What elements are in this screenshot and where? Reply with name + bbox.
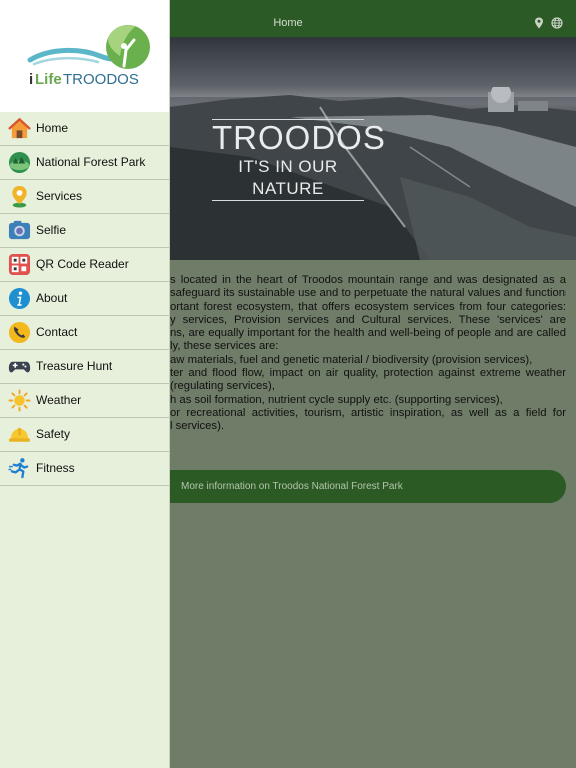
house-icon xyxy=(8,117,31,139)
hero-title: TROODOS xyxy=(212,119,386,156)
menu-label-services: Services xyxy=(36,189,83,203)
camera-icon xyxy=(8,220,31,240)
menu-item-home[interactable]: Home xyxy=(0,112,169,146)
logo-i: i xyxy=(29,71,33,88)
menu-item-contact[interactable]: Contact xyxy=(0,316,169,350)
phone-icon xyxy=(8,321,31,344)
menu-label-contact: Contact xyxy=(36,325,78,339)
description-line: l services). xyxy=(170,420,224,433)
description-line: s located in the heart of Troodos mounta… xyxy=(170,274,566,286)
menu-label-national-forest-park: National Forest Park xyxy=(36,155,146,169)
app-logo[interactable]: i Life TROODOS xyxy=(0,0,169,112)
menu-item-about[interactable]: About xyxy=(0,282,169,316)
menu-item-services[interactable]: Services xyxy=(0,180,169,214)
menu-label-treasure-hunt: Treasure Hunt xyxy=(36,359,113,373)
menu-label-selfie: Selfie xyxy=(36,223,67,237)
description-line: (regulating services), xyxy=(170,380,275,393)
runner-icon xyxy=(8,458,29,479)
header-title-wrap: Home xyxy=(170,0,576,37)
description-line: or recreational activities, tourism, art… xyxy=(170,406,566,419)
info-icon xyxy=(8,287,31,310)
menu-item-weather[interactable]: Weather xyxy=(0,384,169,418)
description-line: y services, Provision services and Cultu… xyxy=(170,313,566,326)
hero-banner[interactable]: TROODOS IT'S IN OUR NATURE xyxy=(170,37,576,260)
hero-caption: TROODOS IT'S IN OUR NATURE xyxy=(212,119,386,201)
carousel-dots xyxy=(262,252,316,265)
park-description: s located in the heart of Troodos mounta… xyxy=(170,274,566,434)
menu-label-about: About xyxy=(36,291,68,305)
hard-hat-icon xyxy=(8,427,31,442)
location-pin-icon xyxy=(12,185,27,208)
description-line: aw materials, fuel and genetic material … xyxy=(170,353,533,366)
hero-subtitle: IT'S IN OUR NATURE xyxy=(238,157,338,198)
description-line: h as soil formation, nutrient cycle supp… xyxy=(170,393,503,406)
menu-label-weather: Weather xyxy=(36,393,82,407)
globe-icon[interactable] xyxy=(551,17,563,29)
menu-item-fitness[interactable]: Fitness xyxy=(0,452,169,486)
ilife-troodos-logo: i Life TROODOS xyxy=(27,25,150,88)
logo-troodos: TROODOS xyxy=(63,71,139,88)
gamepad-icon xyxy=(8,361,31,373)
hero-caption-rule-bottom xyxy=(212,200,364,201)
menu-item-national-forest-park[interactable]: National Forest Park xyxy=(0,146,169,180)
menu-label-qr-code-reader: QR Code Reader xyxy=(36,257,129,271)
description-line: ortant forest ecosystem, that offers eco… xyxy=(170,300,566,313)
drawer-menu: Home National Forest Park Services Selfi… xyxy=(0,112,169,486)
qr-code-icon xyxy=(8,253,31,276)
menu-item-treasure-hunt[interactable]: Treasure Hunt xyxy=(0,350,169,384)
more-info-button[interactable]: More information on Troodos National For… xyxy=(150,470,566,503)
menu-item-selfie[interactable]: Selfie xyxy=(0,214,169,248)
menu-label-safety: Safety xyxy=(36,427,71,441)
description-line: ns, are equally important for the health… xyxy=(170,327,566,340)
navigation-drawer: i Life TROODOS Home National Forest Park xyxy=(0,0,170,768)
description-line: ter and flood flow, impact on air qualit… xyxy=(170,367,566,380)
sun-icon xyxy=(8,389,31,412)
description-line: safeguard its sustainable use and to per… xyxy=(170,287,566,300)
more-info-label: More information on Troodos National For… xyxy=(181,481,403,492)
menu-item-qr-code-reader[interactable]: QR Code Reader xyxy=(0,248,169,282)
description-line: ly, these services are: xyxy=(170,340,279,353)
logo-life: Life xyxy=(35,71,62,88)
map-pin-icon[interactable] xyxy=(533,17,545,29)
menu-item-safety[interactable]: Safety xyxy=(0,418,169,452)
forest-park-icon xyxy=(8,151,31,174)
menu-label-fitness: Fitness xyxy=(36,461,75,475)
menu-label-home: Home xyxy=(36,121,69,135)
